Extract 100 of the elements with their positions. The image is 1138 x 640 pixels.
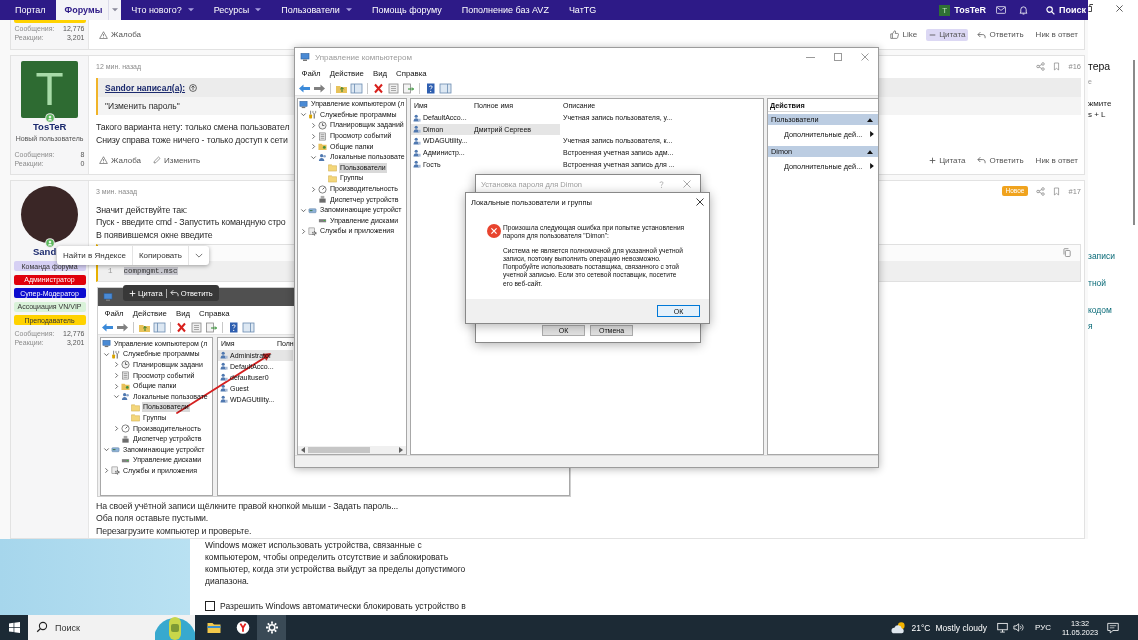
quote-text: "Изменить пароль" — [105, 101, 180, 111]
panel-left-icon[interactable] — [153, 321, 166, 333]
settings-link[interactable]: кодом — [1088, 305, 1112, 315]
chevron-down-icon[interactable] — [300, 111, 307, 119]
circle-arrow-icon[interactable] — [189, 83, 198, 92]
restore-icon[interactable] — [1088, 4, 1093, 12]
nav-tab[interactable]: Что нового? — [121, 0, 204, 20]
nav-tab[interactable]: Пользователи — [271, 0, 362, 20]
caret-icon[interactable] — [345, 8, 352, 12]
nav-tab[interactable]: Ресурсы — [203, 0, 272, 20]
quote-author-link[interactable]: Sandor написал(а): — [105, 82, 186, 93]
y-logo-icon[interactable] — [235, 621, 250, 634]
list-sheet-icon[interactable] — [387, 82, 400, 94]
chevron-right-icon[interactable] — [113, 425, 120, 433]
copy-icon[interactable] — [1063, 248, 1071, 257]
share-icon[interactable] — [1036, 61, 1046, 71]
help-icon[interactable] — [227, 321, 240, 333]
close-icon[interactable] — [696, 198, 704, 206]
menu-item[interactable]: Копировать — [132, 246, 188, 265]
search-button[interactable]: Поиск — [1046, 5, 1088, 15]
nav-tab[interactable]: Помощь форуму — [361, 0, 452, 20]
export-icon[interactable] — [402, 82, 415, 94]
username[interactable]: Sand — [33, 247, 57, 257]
nav-tab[interactable]: ЧатTG — [558, 0, 607, 20]
bookmark-icon[interactable] — [1053, 186, 1061, 196]
edit-link[interactable]: Изменить — [150, 154, 204, 166]
forward-arrow-icon[interactable] — [116, 321, 129, 333]
checkbox[interactable] — [205, 601, 215, 611]
share-icon[interactable] — [1036, 186, 1046, 196]
chevron-down-icon[interactable] — [113, 393, 120, 401]
back-arrow-icon[interactable] — [298, 82, 311, 94]
chevron-right-icon[interactable] — [310, 122, 317, 129]
list-sheet-icon[interactable] — [190, 321, 203, 333]
account-link[interactable]: TosTeR — [954, 5, 986, 15]
chevron-down-icon[interactable] — [194, 253, 203, 258]
language-indicator[interactable]: РУС — [1035, 623, 1051, 632]
quote-link[interactable]: Цитата — [926, 154, 969, 166]
caret-icon[interactable] — [112, 8, 119, 12]
caret-icon[interactable] — [187, 8, 194, 12]
weather-condition[interactable]: Mostly cloudy — [935, 622, 987, 633]
notification-icon[interactable] — [1107, 621, 1119, 634]
chevron-right-icon[interactable] — [300, 227, 307, 235]
minimize-icon[interactable] — [806, 56, 815, 58]
help-icon[interactable] — [424, 82, 437, 94]
chevron-right-icon[interactable] — [310, 143, 317, 151]
windows-logo-icon[interactable] — [8, 622, 20, 633]
temperature[interactable]: 21°C — [911, 622, 931, 633]
settings-link[interactable]: тной — [1088, 278, 1107, 288]
quote-link[interactable]: Цитата — [926, 28, 969, 41]
chevron-right-icon[interactable] — [103, 467, 110, 475]
mention-link[interactable]: Ник в ответ — [1032, 154, 1081, 166]
chevron-right-icon[interactable] — [310, 132, 317, 140]
cloud-sun-icon[interactable] — [891, 621, 907, 634]
nav-tab[interactable]: Форумы — [55, 0, 122, 20]
panel-right-icon[interactable] — [242, 321, 255, 333]
user-avatar[interactable]: T — [939, 4, 951, 16]
search-field[interactable]: Поиск — [53, 615, 155, 640]
chevron-down-icon[interactable] — [310, 153, 317, 161]
delete-icon[interactable] — [175, 321, 188, 333]
export-icon[interactable] — [205, 321, 218, 333]
horizontal-scrollbar[interactable] — [298, 446, 406, 454]
panel-right-icon[interactable] — [439, 82, 452, 94]
nav-tab[interactable]: Портал — [5, 0, 56, 20]
chevron-down-icon[interactable] — [103, 350, 110, 358]
forward-arrow-icon[interactable] — [313, 82, 326, 94]
reply-link[interactable]: Ответить — [974, 154, 1027, 166]
bookmark-icon[interactable] — [1053, 61, 1061, 71]
scrollbar-thumb[interactable] — [308, 447, 370, 453]
nav-tab[interactable]: Пополнение баз AVZ — [451, 0, 559, 20]
mention-link[interactable]: Ник в ответ — [1032, 28, 1081, 41]
doodle-icon — [155, 615, 195, 640]
caret-icon[interactable] — [255, 8, 262, 12]
chevron-right-icon[interactable] — [113, 372, 120, 380]
error-icon — [487, 224, 501, 238]
chevron-down-icon[interactable] — [300, 206, 307, 214]
report-link[interactable]: Жалоба — [96, 154, 144, 166]
chevron-right-icon[interactable] — [113, 361, 120, 369]
settings-link[interactable]: записи — [1088, 251, 1115, 261]
delete-icon[interactable] — [372, 82, 385, 94]
bell-icon[interactable] — [1019, 5, 1028, 15]
taskbar-button[interactable] — [257, 615, 286, 640]
network-icon[interactable] — [997, 622, 1008, 633]
username[interactable]: TosTeR — [33, 122, 67, 132]
file-explorer-icon[interactable] — [206, 621, 221, 634]
mail-icon[interactable] — [996, 6, 1006, 14]
settings-link[interactable]: я — [1088, 321, 1093, 331]
close-icon[interactable] — [1116, 4, 1123, 12]
scrollbar[interactable] — [1133, 60, 1135, 225]
reply-link[interactable]: Ответить — [974, 28, 1027, 41]
gear-icon[interactable] — [264, 621, 279, 634]
chevron-right-icon[interactable] — [310, 185, 317, 193]
chevron-right-icon[interactable] — [113, 382, 120, 390]
volume-icon[interactable] — [1013, 622, 1024, 633]
user-icon — [413, 137, 421, 145]
maximize-icon[interactable] — [833, 53, 842, 61]
panel-left-icon[interactable] — [350, 82, 363, 94]
back-arrow-icon[interactable] — [101, 321, 114, 333]
like-link[interactable]: Like — [887, 28, 921, 41]
report-link[interactable]: Жалоба — [96, 28, 144, 41]
chevron-down-icon[interactable] — [103, 446, 110, 454]
